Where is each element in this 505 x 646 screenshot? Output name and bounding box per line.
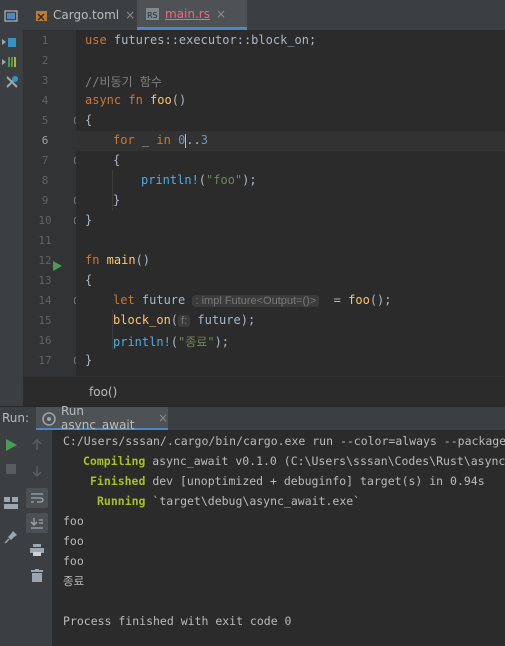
console-output-line: 종료 [63, 574, 85, 588]
close-icon[interactable]: × [158, 411, 168, 425]
line-number: 16 [38, 334, 52, 347]
rust-file-icon: RS [145, 7, 161, 21]
console-output-line: foo [63, 554, 84, 568]
code-line-12: fn main() [85, 253, 151, 267]
project-structure-icon[interactable] [3, 8, 19, 24]
stop-icon[interactable] [3, 461, 19, 477]
line-number: 13 [38, 274, 52, 287]
line-number: 3 [41, 74, 49, 87]
toml-file-icon [35, 8, 49, 22]
console-compiling-line: Compiling async_await v0.1.0 (C:\Users\s… [83, 454, 505, 468]
run-label: Run: [2, 411, 30, 425]
project-tool-strip [0, 0, 24, 406]
arrow-down-icon[interactable] [29, 463, 45, 479]
line-number: 7 [41, 154, 49, 167]
line-number: 4 [41, 94, 49, 107]
cargo-icon[interactable] [4, 74, 20, 90]
soft-wrap-icon [31, 493, 44, 503]
line-number: 2 [41, 54, 49, 67]
line-number: 8 [41, 174, 49, 187]
soft-wrap-button[interactable] [26, 488, 48, 508]
tab-main-rs[interactable]: RS main.rs × [137, 0, 247, 30]
editor-tab-bar: Cargo.toml × RS main.rs × [23, 0, 505, 31]
console-output-line: foo [63, 514, 84, 528]
line-number: 15 [38, 314, 52, 327]
run-config-tab[interactable]: Run async_await × [36, 403, 168, 432]
line-number: 9 [41, 194, 49, 207]
line-number: 1 [41, 34, 49, 47]
editor-gutter: 1 2 3 4 5 6 7 8 9 10 11 12 13 14 15 16 1… [23, 30, 81, 387]
line-number: 11 [38, 234, 52, 247]
scroll-to-end-button[interactable] [26, 513, 48, 533]
line-number: 6 [41, 134, 49, 147]
code-line-1: use futures::executor::block_on; [85, 33, 317, 47]
layout-icon[interactable] [3, 495, 19, 511]
code-line-13: { [85, 273, 93, 287]
line-number: 5 [41, 114, 49, 127]
breadcrumb: foo() [23, 376, 505, 407]
console-command-line: C:/Users/sssan/.cargo/bin/cargo.exe run … [63, 434, 505, 448]
tab-label: main.rs [165, 6, 210, 21]
console-exit-line: Process finished with exit code 0 [63, 614, 292, 628]
structure-icon[interactable] [1, 54, 17, 70]
rerun-icon[interactable] [3, 437, 19, 453]
code-line-7: { [113, 153, 121, 167]
run-console-output[interactable]: C:/Users/sssan/.cargo/bin/cargo.exe run … [52, 430, 505, 646]
code-line-15: block_on(f: future); [113, 313, 256, 327]
code-line-3: //비동기 함수 [85, 75, 162, 89]
rust-run-icon [42, 411, 56, 426]
code-line-9: } [113, 193, 121, 207]
run-toolbar-primary [0, 430, 24, 646]
breadcrumb-item[interactable]: foo() [89, 385, 117, 399]
line-number: 10 [38, 214, 52, 227]
code-line-4: async fn foo() [85, 93, 187, 107]
tab-cargo-toml[interactable]: Cargo.toml × [23, 0, 135, 30]
scroll-to-end-icon [30, 518, 43, 529]
code-line-14: let future : impl Future<Output=()> = fo… [113, 293, 392, 307]
run-panel-header: Run: Run async_await × [0, 403, 505, 432]
line-number: 17 [38, 354, 52, 367]
code-line-6: for _ in 0..3 [113, 133, 208, 148]
svg-text:RS: RS [147, 11, 158, 20]
code-line-17: } [85, 353, 93, 367]
arrow-up-icon[interactable] [29, 437, 45, 453]
run-tab-label: Run async_await [61, 403, 135, 432]
run-toolbar-secondary [23, 430, 53, 646]
pin-icon[interactable] [3, 529, 19, 545]
param-hint: f: [178, 315, 191, 327]
navigate-icon[interactable] [1, 34, 17, 50]
close-icon[interactable]: × [216, 7, 226, 21]
run-main-icon[interactable] [53, 256, 62, 275]
tab-label: Cargo.toml [53, 8, 120, 22]
console-running-line: Running `target\debug\async_await.exe` [97, 494, 361, 508]
print-icon[interactable] [29, 542, 45, 558]
code-line-8: println!("foo"); [141, 173, 257, 187]
console-finished-line: Finished dev [unoptimized + debuginfo] t… [90, 474, 485, 488]
code-line-16: println!("종료"); [113, 335, 230, 349]
trash-icon[interactable] [29, 567, 45, 583]
code-editor[interactable]: use futures::executor::block_on; //비동기 함… [76, 30, 505, 376]
type-hint: : impl Future<Output=()> [192, 295, 320, 307]
console-output-line: foo [63, 534, 84, 548]
line-number: 14 [38, 294, 52, 307]
code-line-5: { [85, 113, 93, 127]
code-line-10: } [85, 213, 93, 227]
close-icon[interactable]: × [125, 8, 135, 22]
